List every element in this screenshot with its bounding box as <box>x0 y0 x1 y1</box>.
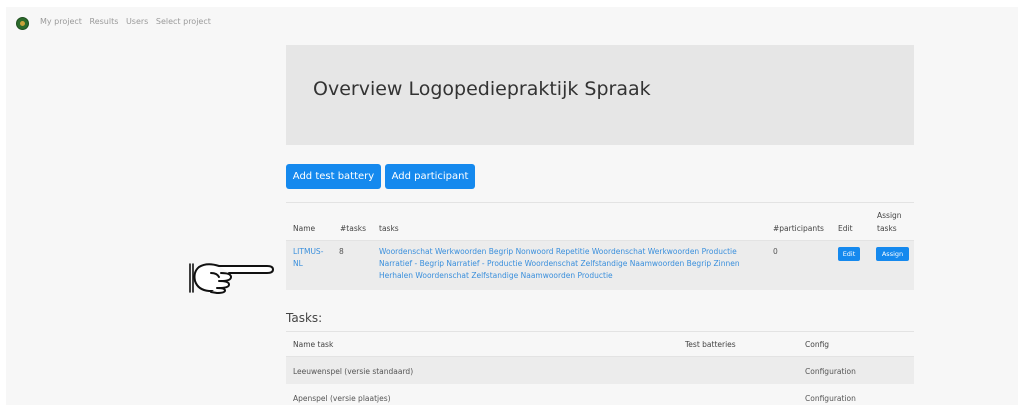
app-logo-icon[interactable] <box>16 17 29 30</box>
nav-select-project[interactable]: Select project <box>156 17 211 26</box>
col-header-edit: Edit <box>838 224 853 233</box>
tasks-header-config: Config <box>805 340 830 349</box>
col-header-tasks: tasks <box>379 224 399 233</box>
table-top-divider <box>286 202 914 203</box>
task-name: Leeuwenspel (versie standaard) <box>293 367 414 376</box>
nav-my-project[interactable]: My project <box>40 17 82 26</box>
tasks-top-divider <box>286 331 914 332</box>
add-participant-button[interactable]: Add participant <box>385 164 475 189</box>
battery-ntasks: 8 <box>339 247 344 256</box>
nav-results[interactable]: Results <box>90 17 119 26</box>
top-navbar: My project Results Users Select project <box>6 7 1018 35</box>
battery-nparticipants: 0 <box>773 247 778 256</box>
col-header-nparticipants: #participants <box>773 224 824 233</box>
battery-name-link[interactable]: LITMUS- <box>293 246 323 258</box>
task-config-link[interactable]: Configuration <box>805 394 856 403</box>
add-test-battery-button[interactable]: Add test battery <box>286 164 381 189</box>
battery-tasks-link-cont2[interactable]: Herhalen Woordenschat Zelfstandige Naamw… <box>379 270 613 282</box>
battery-name-link-cont[interactable]: NL <box>293 258 303 270</box>
nav-users[interactable]: Users <box>126 17 148 26</box>
battery-tasks-link-cont[interactable]: Narratief - Begrip Narratief - Productie… <box>379 258 740 270</box>
table-row: Leeuwenspel (versie standaard) Configura… <box>286 357 914 384</box>
table-row: LITMUS- NL 8 Woordenschat Werkwoorden Be… <box>286 241 914 290</box>
col-header-name: Name <box>293 224 316 233</box>
edit-button[interactable]: Edit <box>838 247 860 261</box>
task-name: Apenspel (versie plaatjes) <box>293 394 391 403</box>
col-header-assign-tasks: tasks <box>877 224 897 233</box>
battery-tasks-link[interactable]: Woordenschat Werkwoorden Begrip Nonwoord… <box>379 246 737 258</box>
assign-button[interactable]: Assign <box>876 247 909 261</box>
col-header-assign: Assign <box>877 211 902 220</box>
page-header: Overview Logopediepraktijk Spraak <box>286 45 914 145</box>
task-config-link[interactable]: Configuration <box>805 367 856 376</box>
tasks-section-title: Tasks: <box>286 311 323 325</box>
col-header-ntasks: #tasks <box>340 224 366 233</box>
tasks-header-name: Name task <box>293 340 334 349</box>
nav-links: My project Results Users Select project <box>40 17 216 26</box>
page-title: Overview Logopediepraktijk Spraak <box>313 78 651 100</box>
tasks-header-batteries: Test batteries <box>685 340 736 349</box>
pointing-hand-icon <box>189 263 274 294</box>
table-row: Apenspel (versie plaatjes) Configuration <box>286 384 914 411</box>
